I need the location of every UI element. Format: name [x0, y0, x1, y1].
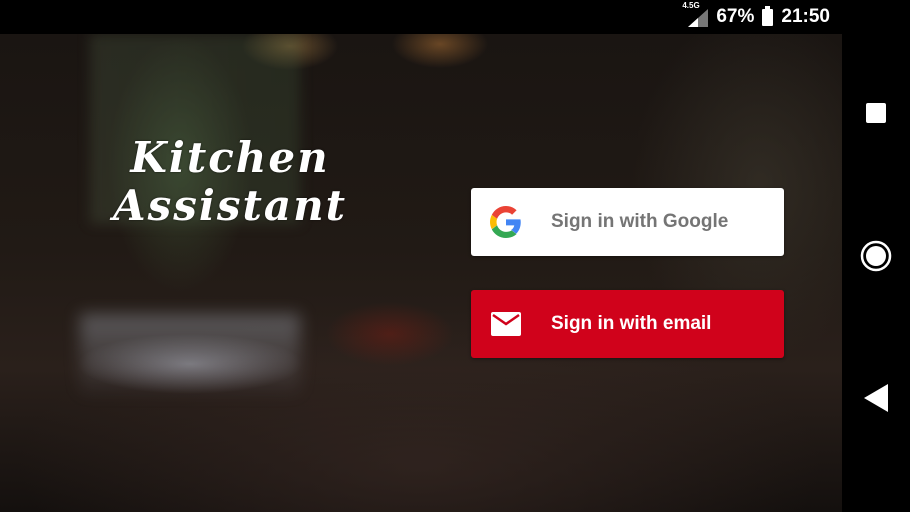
sign-in-email-button[interactable]: Sign in with email [471, 290, 784, 358]
sign-in-google-label: Sign in with Google [551, 211, 729, 232]
login-screen: Kitchen Assistant Sign in with Google Si… [0, 34, 842, 512]
app-title-line-2: Assistant [112, 181, 348, 230]
app-title-line-1: Kitchen [130, 133, 330, 182]
email-icon [489, 307, 523, 341]
app-title: Kitchen Assistant [60, 134, 400, 230]
clock: 21:50 [781, 6, 830, 27]
battery-icon [762, 5, 774, 26]
battery-percent: 67% [716, 6, 755, 27]
home-icon[interactable] [856, 236, 896, 276]
navigation-bar [842, 0, 910, 512]
status-bar: 4.5G 67% 21:50 [0, 0, 842, 34]
network-type-label: 4.5G [682, 1, 700, 10]
recents-icon[interactable] [856, 93, 896, 133]
signal-icon: 4.5G [682, 1, 709, 27]
sign-in-google-button[interactable]: Sign in with Google [471, 188, 784, 256]
background-counter-reflection [80, 314, 300, 394]
sign-in-email-label: Sign in with email [551, 313, 712, 334]
status-indicators: 4.5G 67% 21:50 [682, 0, 830, 34]
google-icon [489, 205, 523, 239]
back-icon[interactable] [856, 378, 896, 418]
